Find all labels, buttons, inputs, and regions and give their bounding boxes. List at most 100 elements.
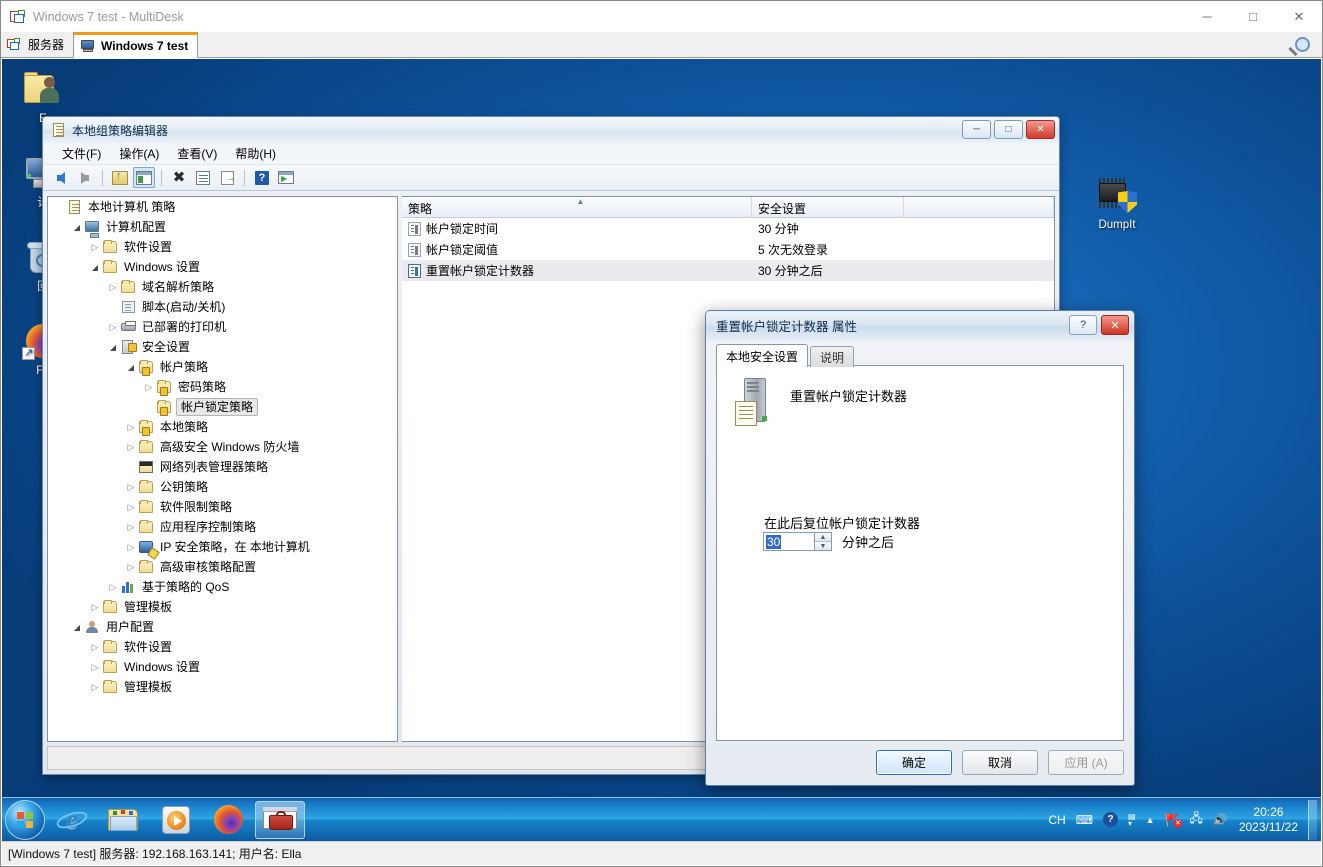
clock[interactable]: 20:26 2023/11/22 (1239, 805, 1298, 835)
expander-icon[interactable] (124, 520, 138, 534)
gpedit-close-button[interactable]: ✕ (1026, 120, 1055, 139)
expander-icon[interactable] (70, 620, 84, 634)
tree-node[interactable]: 高级安全 Windows 防火墙 (48, 437, 397, 457)
tab-local-security-setting[interactable]: 本地安全设置 (716, 344, 809, 367)
tree-node[interactable]: 安全设置 (48, 337, 397, 357)
expander-icon[interactable] (106, 580, 120, 594)
menu-action[interactable]: 操作(A) (110, 143, 168, 164)
ime-indicator[interactable]: CH (1048, 813, 1065, 827)
taskbar-group-policy-editor[interactable] (255, 800, 305, 839)
tree-node[interactable]: 管理模板 (48, 677, 397, 697)
tree-node[interactable]: 本地计算机 策略 (48, 197, 397, 217)
dialog-close-button[interactable]: ✕ (1101, 315, 1129, 335)
expander-icon[interactable] (124, 440, 138, 454)
expander-icon[interactable] (106, 320, 120, 334)
tree-node[interactable]: 软件设置 (48, 237, 397, 257)
expander-icon[interactable] (88, 260, 102, 274)
stepper-buttons[interactable]: ▲ ▼ (815, 532, 832, 551)
tree-node[interactable]: 网络列表管理器策略 (48, 457, 397, 477)
delete-icon[interactable]: ✖ (168, 167, 190, 188)
expander-icon[interactable] (124, 420, 138, 434)
expander-icon[interactable] (124, 360, 138, 374)
keyboard-icon[interactable]: ⌨ (1076, 813, 1093, 827)
tree-node[interactable]: 软件限制策略 (48, 497, 397, 517)
start-button[interactable] (5, 799, 45, 840)
gpedit-minimize-button[interactable]: ─ (962, 120, 991, 139)
tree-node[interactable]: 已部署的打印机 (48, 317, 397, 337)
tree-node[interactable]: Windows 设置 (48, 657, 397, 677)
stepper-down-icon[interactable]: ▼ (815, 542, 831, 550)
expander-icon[interactable] (124, 540, 138, 554)
help-icon[interactable]: ? (251, 167, 273, 188)
expander-icon[interactable] (124, 480, 138, 494)
ok-button[interactable]: 确定 (876, 750, 952, 775)
apply-button[interactable]: 应用 (A) (1048, 750, 1124, 775)
column-header-security-setting[interactable]: 安全设置 (752, 197, 904, 217)
expander-icon[interactable] (88, 660, 102, 674)
tree-node[interactable]: 帐户策略 (48, 357, 397, 377)
reset-counter-stepper[interactable]: 30 ▲ ▼ 分钟之后 (763, 532, 894, 551)
show-hidden-icons-icon[interactable]: ▲ (1146, 815, 1155, 825)
network-expand-icon[interactable]: ▤ ▾ (1128, 812, 1136, 827)
desktop-icon-dumpit[interactable]: DumpIt (1080, 175, 1154, 232)
cancel-button[interactable]: 取消 (962, 750, 1038, 775)
action-center-icon[interactable]: 🚩 ✕ (1165, 813, 1183, 828)
tab-windows-7-test[interactable]: Windows 7 test (73, 32, 199, 58)
show-action-pane-icon[interactable]: ▶ (275, 167, 297, 188)
tree-node[interactable]: 本地策略 (48, 417, 397, 437)
tree-node[interactable]: IP 安全策略，在 本地计算机 (48, 537, 397, 557)
show-desktop-button[interactable] (1308, 799, 1317, 840)
back-icon[interactable] (50, 167, 72, 188)
expander-icon[interactable] (88, 680, 102, 694)
policy-row[interactable]: 帐户锁定阈值 5 次无效登录 (402, 239, 1054, 260)
expander-icon[interactable] (106, 340, 120, 354)
column-header-policy[interactable]: ▲ 策略 (402, 197, 752, 217)
tree-node[interactable]: 用户配置 (48, 617, 397, 637)
expander-icon[interactable] (124, 560, 138, 574)
properties-icon[interactable] (192, 167, 214, 188)
tree-node[interactable]: 脚本(启动/关机) (48, 297, 397, 317)
tree-node[interactable]: 基于策略的 QoS (48, 577, 397, 597)
forward-icon[interactable] (74, 167, 96, 188)
maximize-button[interactable]: □ (1230, 1, 1276, 32)
network-icon[interactable]: 🖧 (1189, 809, 1202, 830)
console-tree[interactable]: 本地计算机 策略计算机配置软件设置Windows 设置域名解析策略脚本(启动/关… (47, 196, 398, 742)
tree-node[interactable]: 应用程序控制策略 (48, 517, 397, 537)
tree-node[interactable]: 帐户锁定策略 (48, 397, 397, 417)
up-folder-icon[interactable] (109, 167, 131, 188)
taskbar-firefox[interactable] (203, 801, 253, 839)
expander-icon[interactable] (88, 640, 102, 654)
policy-row[interactable]: 重置帐户锁定计数器 30 分钟之后 (402, 260, 1054, 281)
expander-icon[interactable] (70, 220, 84, 234)
tree-node[interactable]: 软件设置 (48, 637, 397, 657)
expander-icon[interactable] (88, 600, 102, 614)
menu-help[interactable]: 帮助(H) (226, 143, 285, 164)
tree-node[interactable]: 管理模板 (48, 597, 397, 617)
tree-node[interactable]: 域名解析策略 (48, 277, 397, 297)
menu-view[interactable]: 查看(V) (168, 143, 226, 164)
tree-node[interactable]: 公钥策略 (48, 477, 397, 497)
taskbar-windows-explorer[interactable] (99, 801, 149, 839)
tree-node[interactable]: 高级审核策略配置 (48, 557, 397, 577)
column-header-empty[interactable] (904, 197, 1054, 217)
expander-icon[interactable] (124, 500, 138, 514)
menu-file[interactable]: 文件(F) (53, 143, 110, 164)
taskbar-internet-explorer[interactable]: e (47, 801, 97, 839)
tab-explain[interactable]: 说明 (810, 346, 855, 367)
stepper-up-icon[interactable]: ▲ (815, 533, 831, 542)
tree-node[interactable]: Windows 设置 (48, 257, 397, 277)
close-button[interactable]: ✕ (1276, 1, 1322, 32)
tab-servers[interactable]: 服务器 (1, 32, 74, 57)
help-icon[interactable]: ? (1103, 812, 1119, 827)
expander-icon[interactable] (106, 280, 120, 294)
taskbar-media-player[interactable] (151, 801, 201, 839)
reset-counter-input[interactable]: 30 (763, 532, 815, 551)
minimize-button[interactable]: ─ (1184, 1, 1230, 32)
export-list-icon[interactable] (216, 167, 238, 188)
expander-icon[interactable] (142, 380, 156, 394)
expander-icon[interactable] (88, 240, 102, 254)
volume-icon[interactable]: 🔊 (1213, 813, 1228, 827)
tree-node[interactable]: 计算机配置 (48, 217, 397, 238)
dialog-help-button[interactable]: ? (1069, 315, 1097, 335)
gpedit-maximize-button[interactable]: □ (994, 120, 1023, 139)
